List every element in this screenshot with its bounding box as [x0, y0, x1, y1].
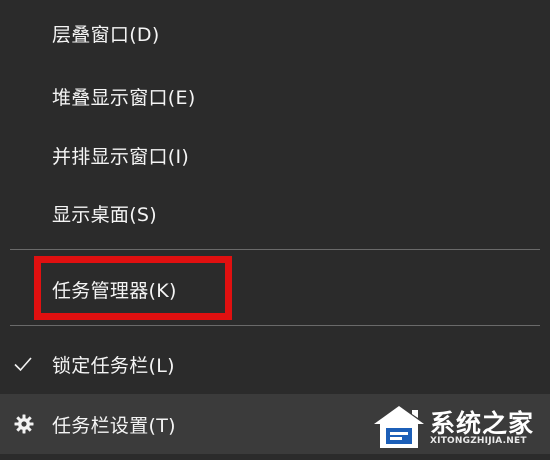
menu-item-cascade-windows[interactable]: 层叠窗口(D)	[0, 4, 550, 62]
watermark-brand: 系统之家	[430, 409, 535, 438]
highlight-annotation-box	[34, 256, 232, 320]
menu-separator	[10, 325, 540, 326]
menu-item-label: 层叠窗口(D)	[52, 23, 160, 46]
menu-item-lock-taskbar[interactable]: 锁定任务栏(L)	[0, 335, 550, 393]
menu-item-label: 任务栏设置(T)	[52, 414, 176, 437]
house-logo-icon	[374, 406, 424, 448]
check-icon	[14, 357, 32, 372]
menu-separator	[10, 249, 540, 250]
menu-item-label: 堆叠显示窗口(E)	[52, 86, 196, 109]
gear-icon	[14, 414, 34, 434]
menu-item-label: 并排显示窗口(I)	[52, 145, 190, 168]
menu-item-label: 显示桌面(S)	[52, 203, 157, 226]
menu-item-label: 锁定任务栏(L)	[52, 354, 175, 377]
watermark: 系统之家 XITONGZHIJIA.NET	[372, 402, 544, 454]
menu-item-stack-windows[interactable]: 堆叠显示窗口(E)	[0, 67, 550, 125]
menu-item-side-by-side-windows[interactable]: 并排显示窗口(I)	[0, 126, 550, 184]
taskbar-context-menu: 层叠窗口(D) 堆叠显示窗口(E) 并排显示窗口(I) 显示桌面(S) 任务管理…	[0, 0, 550, 460]
menu-item-show-desktop[interactable]: 显示桌面(S)	[0, 184, 550, 242]
watermark-url: XITONGZHIJIA.NET	[430, 436, 527, 446]
